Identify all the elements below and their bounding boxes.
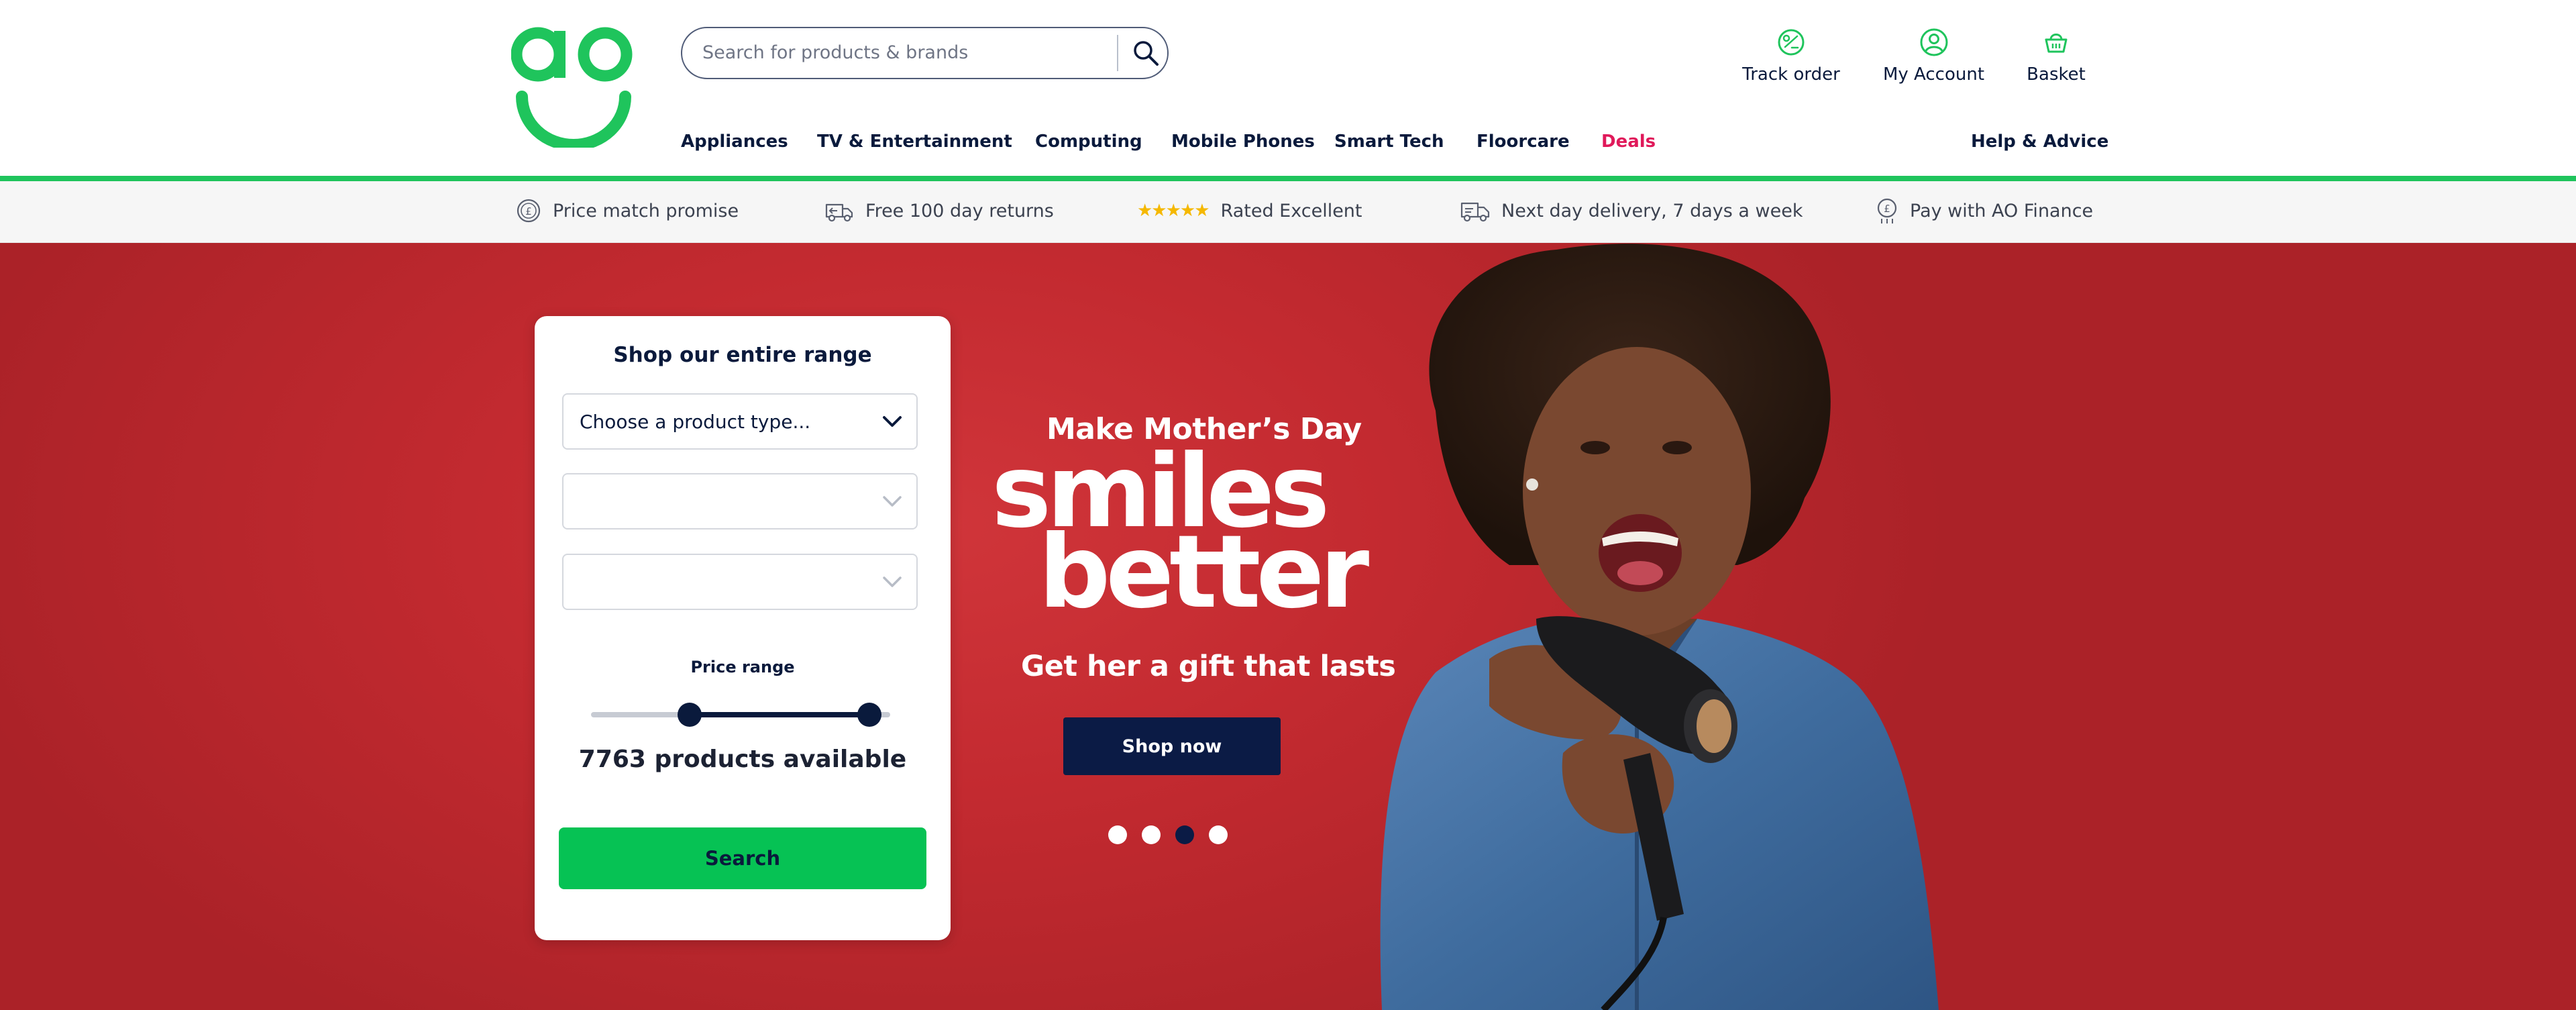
delivery-truck-icon [1460,202,1490,222]
chevron-down-icon [883,496,902,507]
usp-returns-text: Free 100 day returns [865,200,1054,221]
promo-subline: Get her a gift that lasts [1021,650,1396,683]
search-input[interactable] [702,28,1105,77]
nav-deals[interactable]: Deals [1601,132,1656,158]
returns-van-icon [825,203,853,222]
pound-coin-icon: £ [517,199,541,223]
nav-floorcare[interactable]: Floorcare [1477,132,1570,158]
usp-finance: £ Pay with AO Finance [1875,196,2093,225]
finder-title: Shop our entire range [613,343,872,367]
search-bar [681,27,1169,79]
svg-text:£: £ [1884,203,1890,215]
promo-headline-better: better [1038,514,1369,631]
carousel-dot-2[interactable] [1142,825,1161,844]
usp-price-match-text: Price match promise [553,200,739,221]
account-icon [1920,28,1947,56]
price-min-handle[interactable] [678,703,702,727]
search-icon [1134,41,1159,66]
products-available-count: 7763 products available [578,746,907,773]
track-order-link[interactable]: Track order [1737,27,1845,87]
nav-mobile-phones[interactable]: Mobile Phones [1171,132,1315,158]
header-divider [0,176,2576,181]
nav-computing[interactable]: Computing [1035,132,1142,158]
five-stars-icon: ★★★★★ [1137,201,1210,221]
shop-now-button[interactable]: Shop now [1063,717,1281,775]
basket-link[interactable]: Basket [2019,27,2093,87]
hero-banner: Shop our entire range Choose a product t… [0,243,2576,1010]
nav-appliances[interactable]: Appliances [681,132,788,158]
hero-photo-woman-with-hairdryer [1380,244,1939,1010]
carousel-dot-1[interactable] [1108,825,1127,844]
nav-smart-tech[interactable]: Smart Tech [1334,132,1444,158]
product-finder-card: Shop our entire range Choose a product t… [535,316,951,940]
usp-finance-text: Pay with AO Finance [1910,200,2094,221]
site-header: Track order My Account Basket Appliances… [0,0,2576,176]
product-type-placeholder: Choose a product type... [580,411,811,433]
nav-help-advice[interactable]: Help & Advice [1971,132,2108,158]
carousel-dot-3[interactable] [1175,825,1194,844]
search-button[interactable] [1125,31,1167,75]
secondary-filter-select[interactable] [562,473,918,529]
usp-delivery-text: Next day delivery, 7 days a week [1501,200,1803,221]
basket-label: Basket [2027,64,2086,85]
usp-price-match: £ Price match promise [515,196,739,225]
carousel-dot-4[interactable] [1209,825,1228,844]
ao-logo[interactable] [511,24,636,151]
finance-icon: £ [1877,198,1897,223]
track-order-icon [1778,29,1805,56]
nav-tv-entertainment[interactable]: TV & Entertainment [817,132,1012,158]
my-account-link[interactable]: My Account [1878,27,1989,87]
track-order-label: Track order [1742,64,1840,85]
chevron-down-icon [883,416,902,427]
tertiary-filter-select[interactable] [562,554,918,610]
basket-icon [2045,34,2068,53]
price-range-fill [690,712,869,717]
usp-rating: ★★★★★ Rated Excellent [1137,196,1362,225]
price-range-label: Price range [690,658,795,676]
search-divider [1117,35,1118,71]
finder-search-button[interactable]: Search [559,827,926,889]
chevron-down-icon [883,576,902,587]
svg-text:£: £ [525,205,532,217]
usp-delivery: Next day delivery, 7 days a week [1460,196,1803,225]
my-account-label: My Account [1882,64,1985,85]
usp-rating-text: Rated Excellent [1220,200,1362,221]
product-type-select[interactable]: Choose a product type... [562,393,918,450]
price-max-handle[interactable] [857,703,881,727]
usp-returns: Free 100 day returns [824,196,1054,225]
usp-bar: £ Price match promise Free 100 day retur… [0,181,2576,243]
